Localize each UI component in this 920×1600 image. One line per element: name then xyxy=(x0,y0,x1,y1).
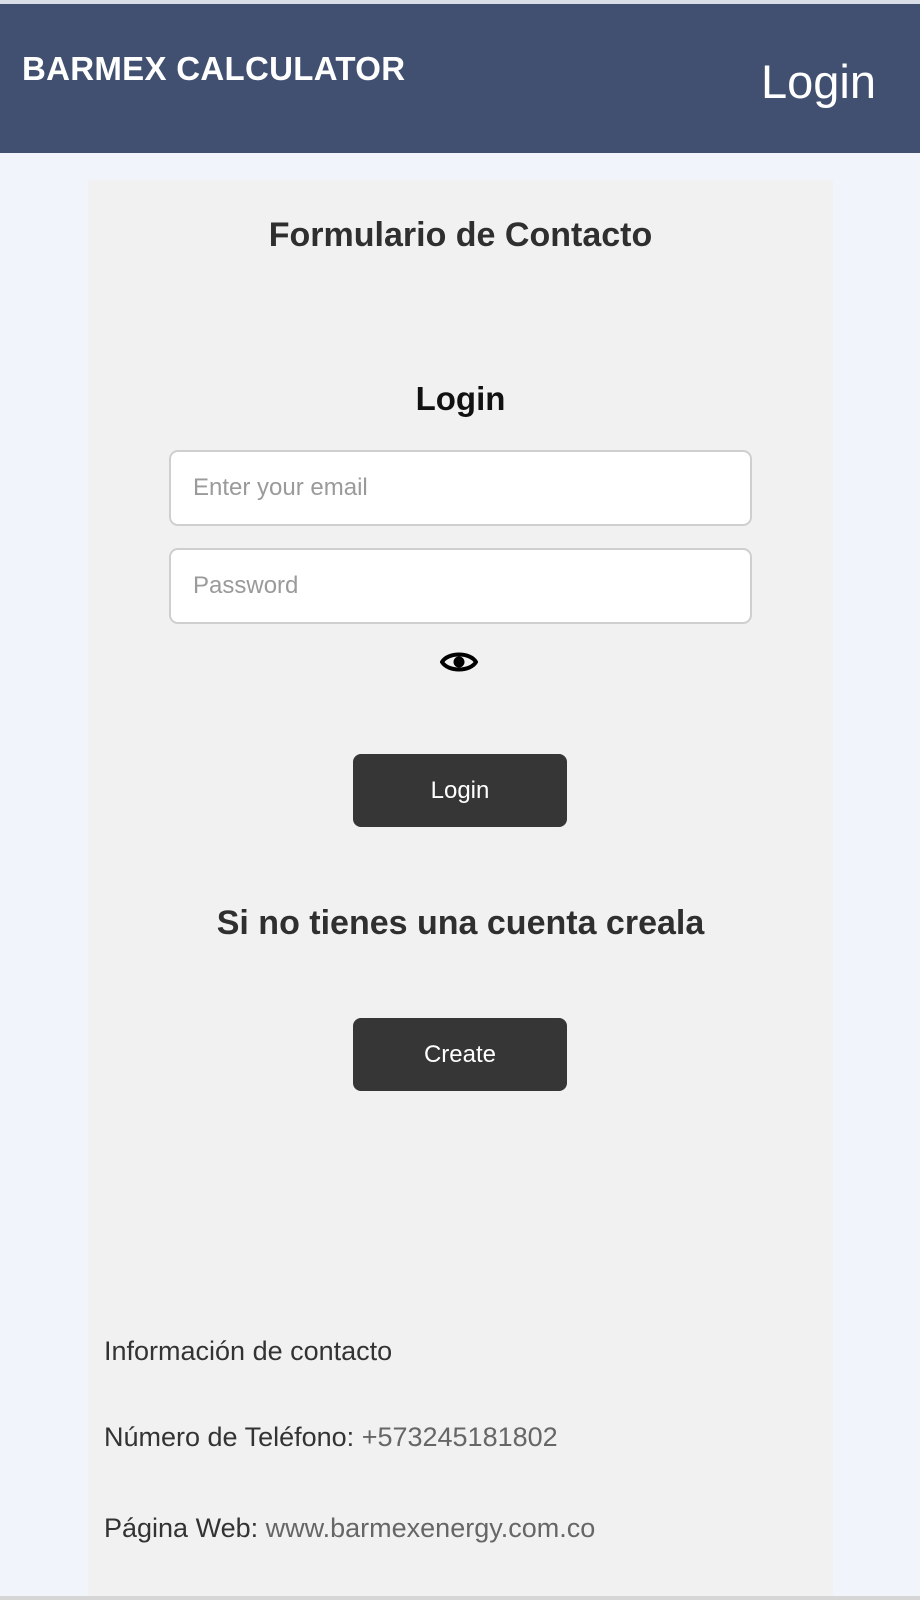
contact-website: Página Web: www.barmexenergy.com.co xyxy=(104,1513,595,1544)
phone-value: +573245181802 xyxy=(361,1422,558,1452)
signup-prompt: Si no tienes una cuenta creala xyxy=(216,904,705,942)
website-value[interactable]: www.barmexenergy.com.co xyxy=(266,1513,596,1543)
phone-label: Número de Teléfono: xyxy=(104,1422,355,1452)
password-input[interactable] xyxy=(169,548,752,624)
contact-phone: Número de Teléfono: +573245181802 xyxy=(104,1422,558,1453)
contact-form-card: Formulario de Contacto Login Login Si no… xyxy=(88,180,833,1600)
email-input[interactable] xyxy=(169,450,752,526)
login-button[interactable]: Login xyxy=(353,754,567,827)
contact-info-title: Información de contacto xyxy=(104,1336,393,1366)
eye-icon[interactable] xyxy=(439,646,479,678)
top-navbar: BARMEX CALCULATOR Login xyxy=(0,0,920,153)
nav-login-link[interactable]: Login xyxy=(761,54,876,109)
create-account-button[interactable]: Create xyxy=(353,1018,567,1091)
form-title: Formulario de Contacto xyxy=(268,216,653,254)
bottom-divider xyxy=(0,1596,920,1600)
brand-title[interactable]: BARMEX CALCULATOR xyxy=(22,50,405,88)
login-heading: Login xyxy=(415,380,506,417)
website-label: Página Web: xyxy=(104,1513,259,1543)
